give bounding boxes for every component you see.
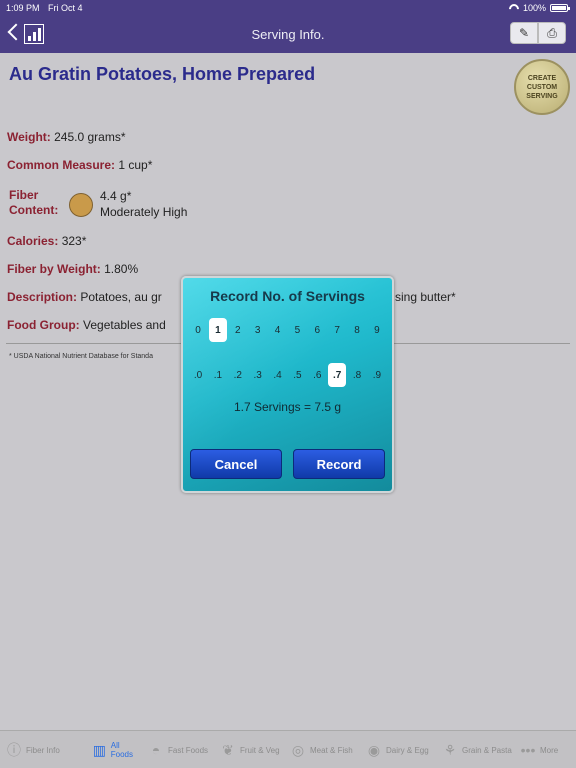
- egg-icon: ◉: [367, 741, 381, 758]
- pen-icon: ✎: [518, 26, 530, 40]
- wheat-icon: ⚘: [443, 741, 457, 758]
- tab-label: Dairy & Egg: [386, 745, 429, 755]
- whole-servings-picker: 0123456789: [189, 318, 386, 342]
- whole-serving-option[interactable]: 5: [288, 318, 306, 342]
- tab-fiber-info[interactable]: ⓘ Fiber Info: [0, 731, 86, 768]
- whole-serving-option[interactable]: 4: [269, 318, 287, 342]
- fruit-icon: ❦: [222, 741, 234, 758]
- fish-icon: ◎: [291, 741, 305, 758]
- food-group-row: Food Group: Vegetables and: [7, 318, 166, 332]
- food-group-label: Food Group:: [7, 318, 80, 332]
- description-value: Potatoes, au gr: [80, 290, 162, 304]
- food-title: Au Gratin Potatoes, Home Prepared: [9, 64, 316, 84]
- common-measure-label: Common Measure:: [7, 158, 116, 172]
- fraction-serving-option[interactable]: .6: [308, 363, 326, 387]
- status-time: 1:09 PM: [6, 3, 40, 13]
- tab-grain-pasta[interactable]: ⚘ Grain & Pasta: [436, 731, 514, 768]
- fraction-serving-option[interactable]: .2: [229, 363, 247, 387]
- nav-actions: ✎ ⎙: [510, 22, 566, 44]
- fraction-serving-option[interactable]: .7: [328, 363, 347, 387]
- battery-percent: 100%: [522, 3, 546, 13]
- weight-label: Weight:: [7, 130, 51, 144]
- fiber-label-line2: Content:: [9, 203, 59, 217]
- tab-label: Fiber Info: [26, 745, 60, 755]
- cancel-button[interactable]: Cancel: [190, 449, 282, 479]
- common-measure-value: 1 cup*: [118, 158, 153, 172]
- wifi-icon: [509, 4, 519, 12]
- source-note: * USDA National Nutrient Database for St…: [9, 353, 153, 360]
- whole-serving-option[interactable]: 6: [308, 318, 326, 342]
- fiber-values: 4.4 g* Moderately High: [100, 188, 187, 220]
- fiber-level-indicator: [69, 193, 93, 217]
- whole-serving-option[interactable]: 2: [229, 318, 247, 342]
- fraction-serving-option[interactable]: .3: [249, 363, 267, 387]
- fraction-servings-picker: .0.1.2.3.4.5.6.7.8.9: [189, 363, 386, 387]
- fiber-value: 4.4 g*: [100, 189, 132, 203]
- navigation-bar: Serving Info. ✎ ⎙: [0, 16, 576, 53]
- food-group-value: Vegetables and: [83, 318, 166, 332]
- tab-fast-foods[interactable]: ◓ Fast Foods: [142, 731, 214, 768]
- whole-serving-option[interactable]: 1: [208, 318, 227, 342]
- custom-serving-seal-text: CREATE CUSTOM SERVING: [526, 74, 558, 100]
- whole-serving-option[interactable]: 3: [249, 318, 267, 342]
- tab-all-foods[interactable]: ▥ All Foods: [86, 731, 142, 768]
- status-date: Fri Oct 4: [48, 3, 83, 13]
- fraction-serving-option[interactable]: .5: [288, 363, 306, 387]
- fraction-serving-option[interactable]: .1: [209, 363, 227, 387]
- whole-serving-option[interactable]: 7: [328, 318, 346, 342]
- tab-dairy-egg[interactable]: ◉ Dairy & Egg: [360, 731, 436, 768]
- dialog-title: Record No. of Servings: [210, 288, 365, 304]
- description-label: Description:: [7, 290, 78, 304]
- fraction-serving-option[interactable]: .0: [189, 363, 207, 387]
- tab-label: Fast Foods: [168, 745, 209, 755]
- fraction-serving-option[interactable]: .9: [368, 363, 386, 387]
- description-tail: sing butter*: [395, 290, 456, 304]
- weight-row: Weight: 245.0 grams*: [7, 130, 126, 144]
- fiber-by-weight-row: Fiber by Weight: 1.80%: [7, 262, 138, 276]
- tab-label: Grain & Pasta: [462, 745, 512, 755]
- fiber-by-weight-label: Fiber by Weight:: [7, 262, 101, 276]
- calories-label: Calories:: [7, 234, 59, 248]
- create-custom-serving-button[interactable]: CREATE CUSTOM SERVING: [514, 59, 570, 115]
- tab-more[interactable]: ••• More: [514, 731, 576, 768]
- tab-bar: ⓘ Fiber Info ▥ All Foods ◓ Fast Foods ❦ Fruit &…: [0, 730, 576, 768]
- fiber-label-line1: Fiber: [9, 188, 39, 202]
- tab-fruit-veg[interactable]: ❦ Fruit & Veg: [214, 731, 284, 768]
- print-button[interactable]: ⎙: [538, 22, 566, 44]
- fraction-serving-option[interactable]: .8: [348, 363, 366, 387]
- calories-row: Calories: 323*: [7, 234, 86, 248]
- weight-value: 245.0 grams*: [54, 130, 126, 144]
- fraction-serving-option[interactable]: .4: [269, 363, 287, 387]
- whole-serving-option[interactable]: 8: [348, 318, 366, 342]
- nav-title: Serving Info.: [251, 27, 325, 42]
- tab-label: All Foods: [110, 741, 133, 759]
- whole-serving-option[interactable]: 0: [189, 318, 207, 342]
- tab-meat-fish[interactable]: ◎ Meat & Fish: [284, 731, 360, 768]
- printer-icon: ⎙: [547, 25, 557, 40]
- more-icon: •••: [520, 742, 536, 758]
- servings-summary: 1.7 Servings = 7.5 g: [233, 400, 342, 414]
- battery-icon: [550, 4, 570, 12]
- burger-icon: ◓: [151, 742, 161, 758]
- fiber-content-label: Fiber Content:: [9, 188, 58, 218]
- fiber-level: Moderately High: [100, 205, 188, 219]
- status-right: 100%: [509, 3, 570, 13]
- record-button[interactable]: Record: [293, 449, 385, 479]
- chart-icon: ▥: [92, 741, 106, 758]
- share-button[interactable]: ✎: [510, 22, 538, 44]
- calories-value: 323*: [61, 234, 87, 248]
- status-bar: 1:09 PM Fri Oct 4 100%: [0, 0, 576, 16]
- info-icon: ⓘ: [7, 742, 21, 758]
- common-measure-row: Common Measure: 1 cup*: [7, 158, 152, 172]
- tab-label: Fruit & Veg: [240, 745, 280, 755]
- tab-label: More: [540, 745, 559, 755]
- tab-label: Meat & Fish: [310, 745, 353, 755]
- record-servings-dialog: Record No. of Servings 0123456789 .0.1.2…: [181, 276, 394, 493]
- fiber-by-weight-value: 1.80%: [104, 262, 139, 276]
- whole-serving-option[interactable]: 9: [368, 318, 386, 342]
